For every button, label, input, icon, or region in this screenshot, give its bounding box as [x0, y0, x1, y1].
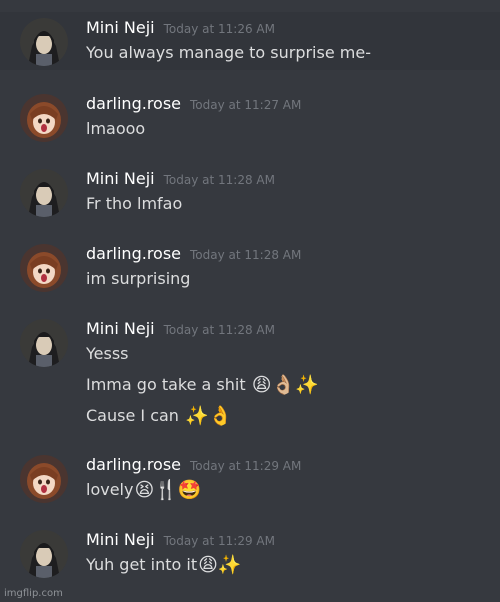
timestamp[interactable]: Today at 11:28 AM: [164, 323, 275, 337]
message-text: lovely 😫🍴🤩: [86, 479, 484, 501]
message-group: Mini Neji Today at 11:28 AM Yesss Imma g…: [0, 313, 500, 435]
username[interactable]: Mini Neji: [86, 169, 155, 188]
username[interactable]: darling.rose: [86, 455, 181, 474]
message-group: darling.rose Today at 11:27 AM lmaooo: [0, 88, 500, 144]
timestamp[interactable]: Today at 11:27 AM: [190, 98, 301, 112]
message-group: Mini Neji Today at 11:28 AM Fr tho lmfao: [0, 163, 500, 219]
mini-neji-avatar-icon[interactable]: [20, 18, 68, 66]
message-header: Mini Neji Today at 11:28 AM: [86, 169, 484, 193]
emoji-tired-fork-starstruck-icon[interactable]: 😫🍴🤩: [134, 479, 201, 501]
message-text: Yuh get into it 😩✨: [86, 554, 484, 576]
darling-rose-avatar-icon[interactable]: [20, 455, 68, 503]
username[interactable]: darling.rose: [86, 94, 181, 113]
message-header: darling.rose Today at 11:28 AM: [86, 244, 484, 268]
message-group: Mini Neji Today at 11:26 AM You always m…: [0, 12, 500, 70]
darling-rose-avatar-icon[interactable]: [20, 94, 68, 142]
message-header: darling.rose Today at 11:29 AM: [86, 455, 484, 479]
emoji-sparkles-ok-icon[interactable]: ✨👌: [185, 405, 232, 427]
message-header: Mini Neji Today at 11:26 AM: [86, 18, 484, 42]
message-text: Fr tho lmfao: [86, 193, 484, 215]
message-text: Imma go take a shit 😩👌🏼✨: [86, 374, 484, 396]
message-content: lmaooo: [86, 119, 146, 138]
username[interactable]: Mini Neji: [86, 18, 155, 37]
message-text: lmaooo: [86, 118, 484, 140]
imgflip-watermark: imgflip.com: [4, 588, 63, 599]
message-content: im surprising: [86, 269, 191, 288]
message-group: Mini Neji Today at 11:29 AM Yuh get into…: [0, 524, 500, 584]
message-content: Fr tho lmfao: [86, 194, 183, 213]
timestamp[interactable]: Today at 11:29 AM: [190, 459, 301, 473]
message-content: Imma go take a shit: [86, 375, 251, 394]
message-text: You always manage to surprise me-: [86, 42, 484, 64]
mini-neji-avatar-icon[interactable]: [20, 169, 68, 217]
message-content: Yesss: [86, 344, 129, 363]
username[interactable]: Mini Neji: [86, 530, 155, 549]
message-content: lovely: [86, 480, 134, 499]
mini-neji-avatar-icon[interactable]: [20, 530, 68, 578]
message-group: darling.rose Today at 11:29 AM lovely 😫🍴…: [0, 449, 500, 507]
mini-neji-avatar-icon[interactable]: [20, 319, 68, 367]
message-content: You always manage to surprise me-: [86, 43, 371, 62]
username[interactable]: Mini Neji: [86, 319, 155, 338]
message-header: Mini Neji Today at 11:29 AM: [86, 530, 484, 554]
timestamp[interactable]: Today at 11:29 AM: [164, 534, 275, 548]
timestamp[interactable]: Today at 11:28 AM: [164, 173, 275, 187]
message-header: Mini Neji Today at 11:28 AM: [86, 319, 484, 343]
message-text: Cause I can ✨👌: [86, 405, 484, 427]
message-group: darling.rose Today at 11:28 AM im surpri…: [0, 238, 500, 294]
message-content: Cause I can: [86, 406, 185, 425]
message-header: darling.rose Today at 11:27 AM: [86, 94, 484, 118]
message-text: Yesss: [86, 343, 484, 365]
timestamp[interactable]: Today at 11:26 AM: [164, 22, 275, 36]
message-content: Yuh get into it: [86, 555, 198, 574]
timestamp[interactable]: Today at 11:28 AM: [190, 248, 301, 262]
message-text: im surprising: [86, 268, 484, 290]
darling-rose-avatar-icon[interactable]: [20, 244, 68, 292]
emoji-weary-ok-sparkles-icon[interactable]: 😩👌🏼✨: [252, 374, 319, 396]
emoji-weary-sparkles-icon[interactable]: 😩✨: [198, 554, 241, 576]
username[interactable]: darling.rose: [86, 244, 181, 263]
